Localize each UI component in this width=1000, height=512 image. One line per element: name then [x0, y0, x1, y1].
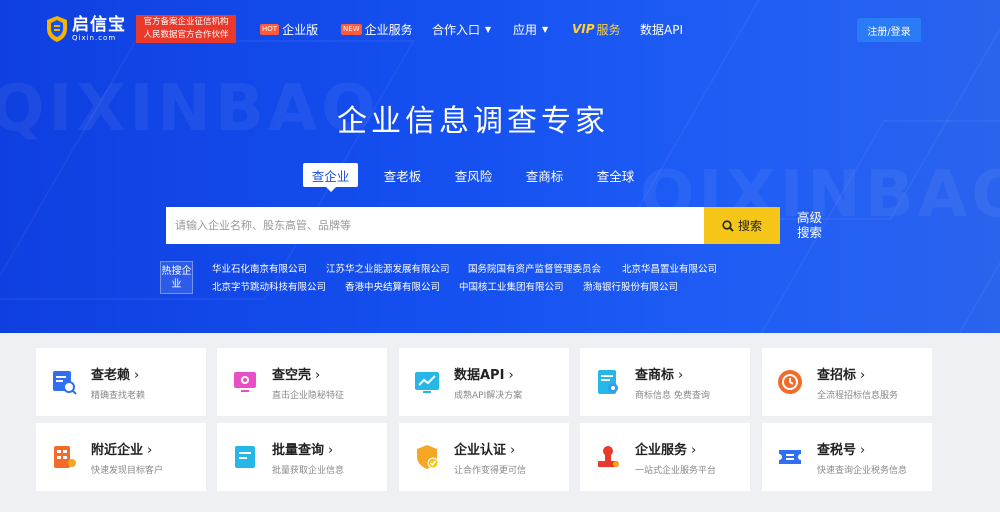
card-title: 查税号 ›: [817, 443, 866, 458]
batch-doc-icon: [235, 446, 255, 468]
card-title: 查招标 ›: [817, 368, 866, 383]
certification-tag: 官方备案企业征信机构 人民数据官方合作伙伴: [136, 15, 236, 43]
chevron-right-icon: ›: [678, 368, 684, 383]
feature-card-trademark[interactable]: 查商标 › 商标信息 免费查询: [580, 348, 750, 416]
card-title: 查商标 ›: [635, 368, 684, 383]
nav-label: 合作入口: [432, 22, 481, 37]
logo-domain: Qixin.com: [72, 33, 117, 42]
card-desc: 批量获取企业信息: [272, 466, 345, 476]
feature-card-shell[interactable]: 查空壳 › 直击企业隐秘特征: [217, 348, 387, 416]
caret-down-icon: ▼: [485, 24, 492, 34]
nav-label: 企业版: [282, 22, 319, 37]
hot-company-link[interactable]: 香港中央结算有限公司: [345, 279, 440, 293]
nav-label: 企业服务: [364, 22, 413, 37]
vip-mark: VIP: [572, 22, 595, 36]
chevron-right-icon: ›: [147, 443, 153, 458]
card-desc: 商标信息 免费查询: [635, 391, 710, 401]
nav-label: 应用: [513, 22, 538, 37]
tab-search-boss[interactable]: 查老板: [375, 163, 430, 187]
feature-card-tax-number[interactable]: 查税号 › 快速查询企业税务信息: [762, 423, 932, 491]
search-button-label: 搜索: [737, 219, 762, 233]
person-search-icon: [53, 371, 77, 395]
logo-shield-icon: [47, 16, 67, 42]
tax-ticket-icon: [779, 450, 801, 464]
card-title: 企业认证 ›: [454, 443, 516, 458]
chevron-right-icon: ›: [508, 368, 514, 383]
top-navbar: 启信宝 Qixin.com 官方备案企业征信机构 人民数据官方合作伙伴 HOT …: [0, 0, 1000, 58]
chevron-right-icon: ›: [510, 443, 516, 458]
logo-name: 启信宝: [72, 14, 126, 35]
trademark-doc-icon: [598, 370, 618, 394]
hot-company-link[interactable]: 渤海银行股份有限公司: [583, 279, 678, 293]
hot-company-link[interactable]: 华业石化南京有限公司: [212, 261, 307, 275]
feature-card-data-api[interactable]: 数据API › 成熟API解决方案: [399, 348, 569, 416]
nav-data-api[interactable]: 数据API: [640, 20, 683, 38]
card-title: 查老赖 ›: [91, 368, 140, 383]
chevron-right-icon: ›: [315, 368, 321, 383]
bid-clock-icon: [778, 370, 802, 394]
nav-enterprise-services[interactable]: NEW 企业服务: [341, 20, 413, 38]
certification-line: 人民数据官方合作伙伴: [143, 30, 229, 40]
card-title: 批量查询 ›: [272, 443, 334, 458]
card-desc: 一站式企业服务平台: [635, 466, 717, 476]
hot-company-link[interactable]: 江苏华之业能源发展有限公司: [326, 261, 450, 275]
search-button[interactable]: 搜索: [704, 207, 780, 244]
new-badge: NEW: [341, 23, 362, 35]
caret-down-icon: ▼: [542, 24, 549, 34]
service-stamp-icon: [598, 446, 619, 467]
card-title: 数据API ›: [454, 368, 514, 383]
shield-check-icon: [417, 445, 439, 469]
tab-search-company[interactable]: 查企业: [303, 163, 358, 192]
feature-card-certification[interactable]: 企业认证 › 让合作变得更可信: [399, 423, 569, 491]
chevron-right-icon: ›: [328, 443, 334, 458]
tab-search-global[interactable]: 查全球: [588, 163, 643, 187]
nav-apps[interactable]: 应用 ▼: [513, 20, 548, 38]
advanced-search-link[interactable]: 高级搜索: [797, 210, 827, 240]
feature-card-nearby[interactable]: 附近企业 › 快速发现目标客户: [36, 423, 206, 491]
search-icon: [722, 219, 734, 232]
tab-search-risk[interactable]: 查风险: [446, 163, 501, 187]
card-desc: 精确查找老赖: [91, 391, 146, 401]
hot-company-link[interactable]: 中国核工业集团有限公司: [459, 279, 564, 293]
login-register-button[interactable]: 注册/登录: [857, 18, 921, 42]
shell-monitor-icon: [234, 372, 256, 392]
feature-card-enterprise-services[interactable]: 企业服务 › 一站式企业服务平台: [580, 423, 750, 491]
card-desc: 直击企业隐秘特征: [272, 391, 345, 401]
nav-vip-service[interactable]: VIP 服务: [572, 20, 621, 38]
card-title: 附近企业 ›: [91, 443, 153, 458]
card-desc: 让合作变得更可信: [454, 466, 527, 476]
chevron-right-icon: ›: [134, 368, 140, 383]
certification-line: 官方备案企业征信机构: [143, 17, 229, 27]
chevron-right-icon: ›: [860, 368, 866, 383]
hot-company-link[interactable]: 国务院国有资产监督管理委员会: [468, 261, 601, 275]
card-desc: 成熟API解决方案: [454, 391, 523, 401]
feature-card-bidding[interactable]: 查招标 › 全流程招标信息服务: [762, 348, 932, 416]
hot-badge: HOT: [260, 23, 280, 35]
chevron-right-icon: ›: [691, 443, 697, 458]
nav-partnership[interactable]: 合作入口 ▼: [432, 20, 491, 38]
tab-search-trademark[interactable]: 查商标: [517, 163, 572, 187]
hero-banner: QIXINBAO QIXINBAO 启信宝 Qixin.com 官方备案企业征信…: [0, 0, 1000, 333]
search-input[interactable]: [166, 207, 704, 244]
feature-card-deadbeat[interactable]: 查老赖 › 精确查找老赖: [36, 348, 206, 416]
hero-title: 企业信息调查专家: [337, 104, 609, 139]
site-logo[interactable]: 启信宝 Qixin.com: [46, 14, 126, 44]
card-desc: 快速查询企业税务信息: [817, 466, 908, 476]
chevron-right-icon: ›: [860, 443, 866, 458]
hot-company-link[interactable]: 北京字节跳动科技有限公司: [212, 279, 326, 293]
hot-search-tag: 热搜企业: [160, 261, 193, 294]
card-desc: 全流程招标信息服务: [817, 391, 899, 401]
card-title: 查空壳 ›: [272, 368, 321, 383]
card-desc: 快速发现目标客户: [91, 466, 164, 476]
nav-enterprise-edition[interactable]: HOT 企业版: [260, 20, 318, 38]
nav-label: 服务: [596, 22, 621, 37]
nav-label: 数据API: [640, 22, 683, 37]
feature-card-batch-query[interactable]: 批量查询 › 批量获取企业信息: [217, 423, 387, 491]
card-title: 企业服务 ›: [635, 443, 697, 458]
nearby-building-icon: [54, 446, 76, 468]
chart-screen-icon: [415, 372, 439, 393]
hot-company-link[interactable]: 北京华昌置业有限公司: [622, 261, 717, 275]
